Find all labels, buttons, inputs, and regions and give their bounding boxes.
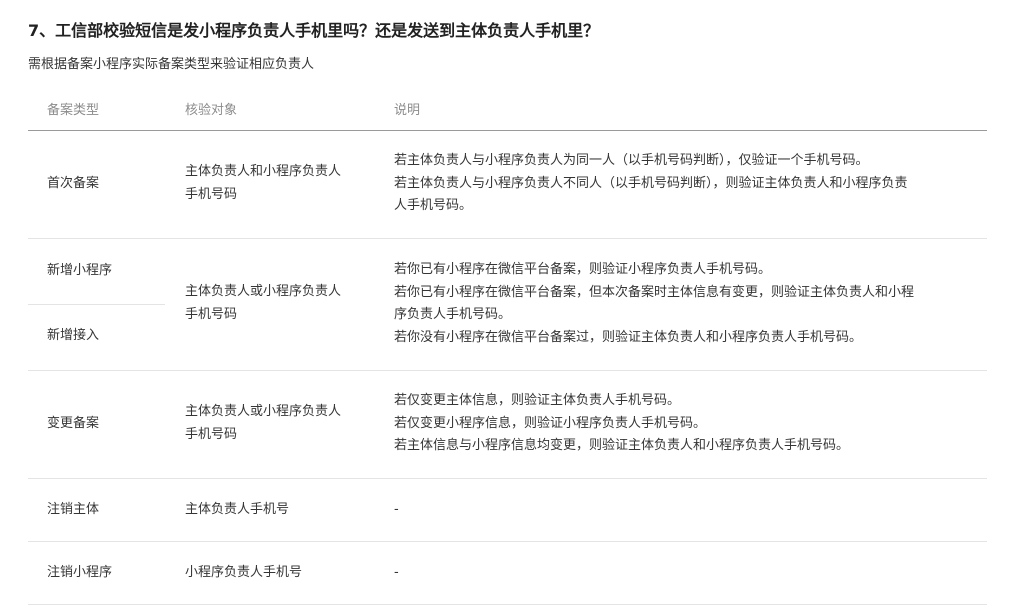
filing-type-cell: 注销主体 xyxy=(47,499,167,522)
verification-target-cell: 主体负责人手机号 xyxy=(185,499,375,522)
filing-type-cell: 注销小程序 xyxy=(47,562,167,585)
notes-cell: - xyxy=(394,562,974,585)
filing-type-label: 新增小程序 xyxy=(47,263,113,278)
filing-type-label: 变更备案 xyxy=(47,416,100,431)
note-line: 若主体负责人与小程序负责人为同一人（以手机号码判断），仅验证一个手机号码。 xyxy=(394,153,869,168)
table-row: 首次备案 主体负责人和小程序负责人 手机号码 若主体负责人与小程序负责人为同一人… xyxy=(28,131,987,239)
note-line: - xyxy=(394,565,399,580)
notes-cell: 若主体负责人与小程序负责人为同一人（以手机号码判断），仅验证一个手机号码。 若主… xyxy=(394,150,974,218)
verification-target-cell: 小程序负责人手机号 xyxy=(185,562,375,585)
filing-type-cell: 首次备案 xyxy=(47,173,167,196)
verification-table: 备案类型 核验对象 说明 首次备案 主体负责人和小程序负责人 手机号码 若主体负… xyxy=(28,86,987,605)
faq-answer-description: 需根据备案小程序实际备案类型来验证相应负责人 xyxy=(28,57,315,72)
target-line: 手机号码 xyxy=(185,306,238,322)
table-row: 注销主体 主体负责人手机号 - xyxy=(28,479,987,542)
filing-type-label: 注销主体 xyxy=(47,502,100,517)
verification-target-cell: 主体负责人或小程序负责人 手机号码 xyxy=(185,401,375,446)
table-header: 备案类型 核验对象 说明 xyxy=(28,86,987,131)
verification-target-cell: 主体负责人和小程序负责人 手机号码 xyxy=(185,161,375,206)
note-line: 若主体信息与小程序信息均变更，则验证主体负责人和小程序负责人手机号码。 xyxy=(394,438,850,453)
faq-question-heading: 7、工信部校验短信是发小程序负责人手机里吗？还是发送到主体负责人手机里？ xyxy=(28,21,600,40)
header-filing-type: 备案类型 xyxy=(47,103,100,118)
note-line: - xyxy=(394,502,399,517)
target-line: 小程序负责人手机号 xyxy=(185,565,303,580)
filing-type-label: 首次备案 xyxy=(47,176,100,191)
filing-type-cell: 新增小程序 xyxy=(47,260,167,283)
filing-type-label: 新增接入 xyxy=(47,328,100,343)
note-line: 若你已有小程序在微信平台备案，则验证小程序负责人手机号码。 xyxy=(394,262,772,277)
note-line: 人手机号码。 xyxy=(394,198,473,213)
target-line: 主体负责人或小程序负责人 xyxy=(185,404,342,419)
filing-type-cell: 新增接入 xyxy=(47,325,167,348)
verification-target-cell: 主体负责人或小程序负责人 手机号码 xyxy=(185,281,375,326)
note-line: 若你没有小程序在微信平台备案过，则验证主体负责人和小程序负责人手机号码。 xyxy=(394,329,863,345)
notes-cell: 若你已有小程序在微信平台备案，则验证小程序负责人手机号码。 若你已有小程序在微信… xyxy=(394,259,974,349)
filing-type-label: 注销小程序 xyxy=(47,565,113,580)
target-line: 手机号码 xyxy=(185,186,238,202)
note-line: 若仅变更小程序信息，则验证小程序负责人手机号码。 xyxy=(394,415,707,431)
target-line: 主体负责人和小程序负责人 xyxy=(185,164,342,179)
note-line: 若仅变更主体信息，则验证主体负责人手机号码。 xyxy=(394,393,681,408)
target-line: 主体负责人或小程序负责人 xyxy=(185,284,342,299)
header-notes: 说明 xyxy=(394,103,421,118)
target-line: 手机号码 xyxy=(185,426,238,442)
notes-cell: - xyxy=(394,499,974,522)
header-verification-target: 核验对象 xyxy=(185,103,238,118)
notes-cell: 若仅变更主体信息，则验证主体负责人手机号码。 若仅变更小程序信息，则验证小程序负… xyxy=(394,390,974,458)
table-row: 新增小程序 新增接入 主体负责人或小程序负责人 手机号码 若你已有小程序在微信平… xyxy=(28,239,987,371)
note-line: 序负责人手机号码。 xyxy=(394,307,512,322)
table-row: 变更备案 主体负责人或小程序负责人 手机号码 若仅变更主体信息，则验证主体负责人… xyxy=(28,371,987,479)
target-line: 主体负责人手机号 xyxy=(185,502,290,517)
note-line: 若你已有小程序在微信平台备案，但本次备案时主体信息有变更，则验证主体负责人和小程 xyxy=(394,284,915,300)
note-line: 若主体负责人与小程序负责人不同人（以手机号码判断），则验证主体负责人和小程序负责 xyxy=(394,175,908,191)
sub-row-divider xyxy=(28,304,165,305)
filing-type-cell: 变更备案 xyxy=(47,413,167,436)
table-row: 注销小程序 小程序负责人手机号 - xyxy=(28,542,987,605)
